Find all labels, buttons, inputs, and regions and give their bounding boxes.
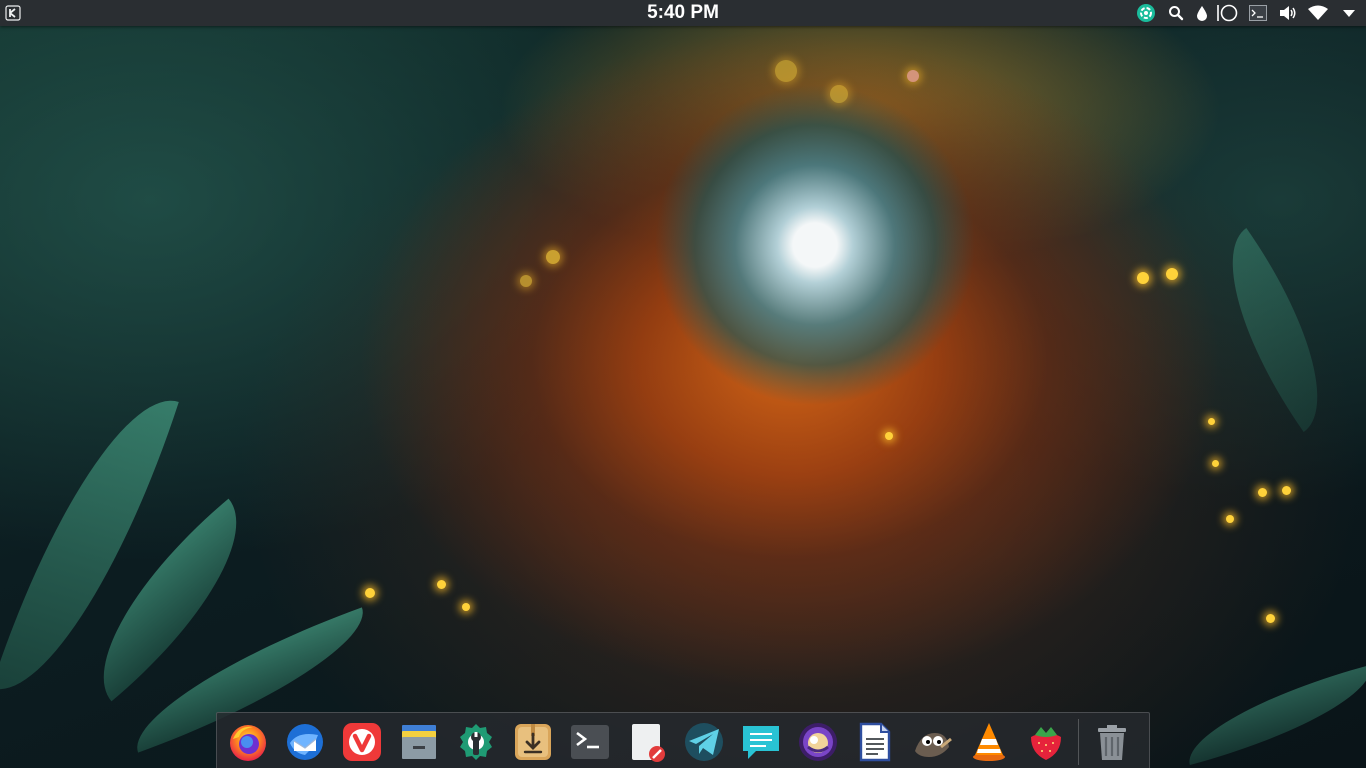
file-manager-icon[interactable]: [396, 719, 442, 765]
telegram-icon[interactable]: [681, 719, 727, 765]
dock: [216, 712, 1150, 768]
kde-logo-icon[interactable]: [3, 3, 23, 23]
thunderbird-icon[interactable]: [282, 719, 328, 765]
document-icon[interactable]: [852, 719, 898, 765]
purple-circle-app-icon[interactable]: [795, 719, 841, 765]
panel-menu-icon[interactable]: [1334, 0, 1366, 26]
firefox-icon[interactable]: [225, 719, 271, 765]
system-tray: [1132, 0, 1366, 26]
text-editor-icon[interactable]: [624, 719, 670, 765]
package-download-icon[interactable]: [510, 719, 556, 765]
vlc-icon[interactable]: [966, 719, 1012, 765]
search-icon[interactable]: [1160, 0, 1192, 26]
wifi-icon[interactable]: [1302, 0, 1334, 26]
gimp-icon[interactable]: [909, 719, 955, 765]
dock-separator: [1078, 718, 1079, 765]
system-monitor-icon[interactable]: [1132, 0, 1160, 26]
color-picker-icon[interactable]: [1192, 0, 1212, 26]
vivaldi-icon[interactable]: [339, 719, 385, 765]
desktop[interactable]: 5:40 PM: [0, 0, 1366, 768]
terminal-tray-icon[interactable]: [1242, 0, 1274, 26]
terminal-icon[interactable]: [567, 719, 613, 765]
top-panel: 5:40 PM: [0, 0, 1366, 26]
trash-icon[interactable]: [1089, 719, 1135, 765]
night-color-icon[interactable]: [1212, 0, 1242, 26]
volume-icon[interactable]: [1274, 0, 1302, 26]
strawberry-icon[interactable]: [1023, 719, 1069, 765]
settings-wrench-icon[interactable]: [453, 719, 499, 765]
chat-icon[interactable]: [738, 719, 784, 765]
clock[interactable]: 5:40 PM: [613, 0, 753, 26]
